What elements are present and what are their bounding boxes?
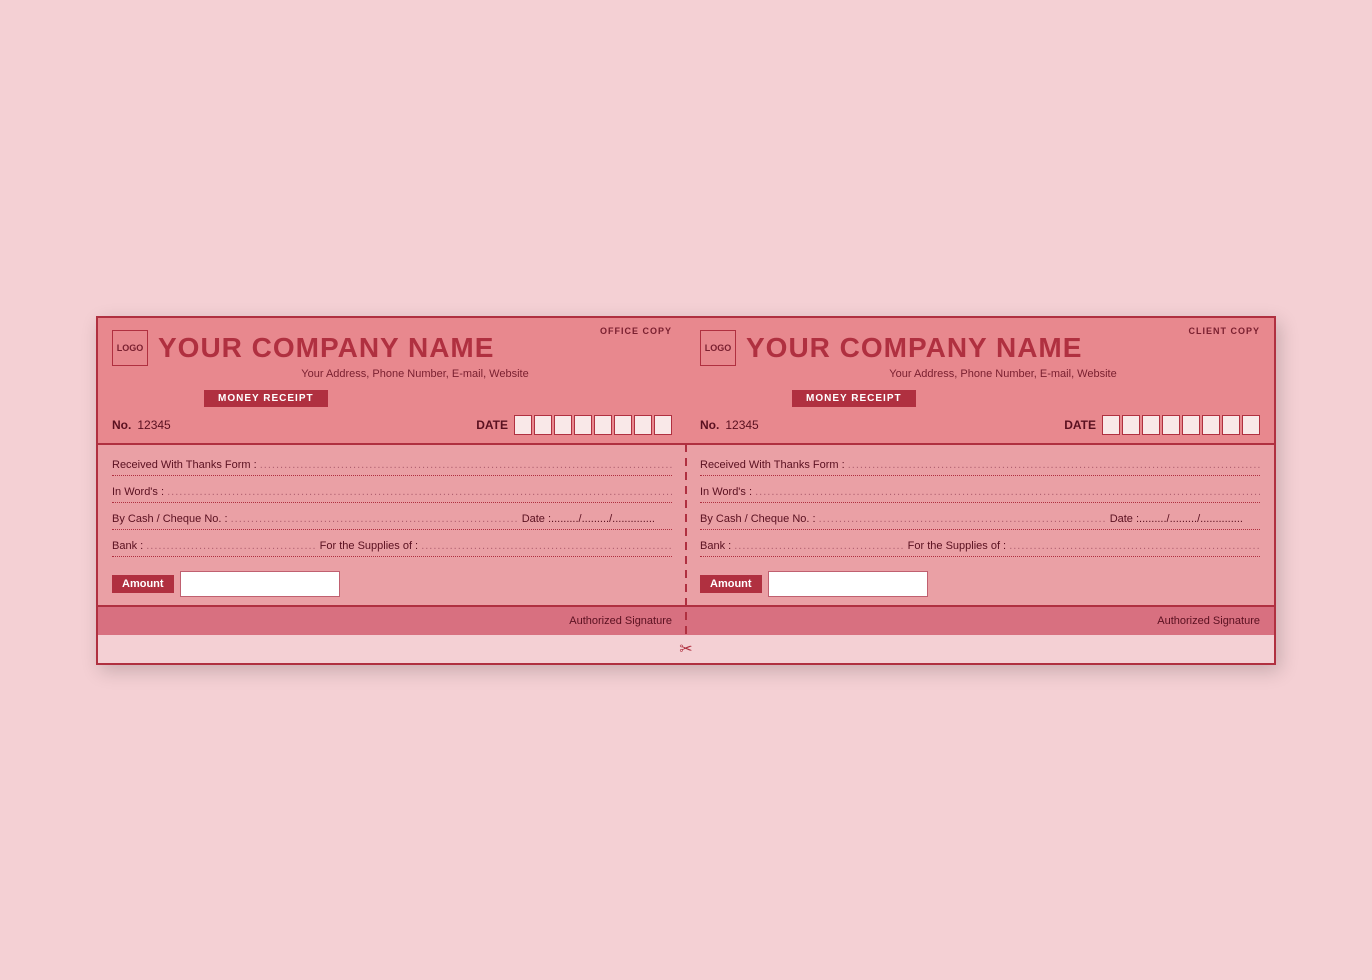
office-cashcheque-date: Date :........./........./..............	[522, 513, 655, 525]
scissors-icon: ✂	[679, 639, 692, 659]
date-box-8[interactable]	[654, 415, 672, 435]
scissors-row: ✂	[98, 635, 1274, 663]
date-box-1[interactable]	[514, 415, 532, 435]
client-date-box-1[interactable]	[1102, 415, 1120, 435]
office-no-left: No. 12345	[112, 418, 171, 432]
office-company-name: YOUR COMPANY NAME	[158, 334, 494, 362]
client-no-value: 12345	[725, 418, 758, 432]
receipt-body: OFFICE COPY LOGO YOUR COMPANY NAME Your …	[98, 318, 1274, 635]
client-authorized-signature: Authorized Signature	[1157, 615, 1260, 627]
client-bank-supplies: For the Supplies of :	[908, 540, 1006, 552]
office-received-dots: ........................................…	[260, 459, 672, 471]
client-date-box-2[interactable]	[1122, 415, 1140, 435]
office-bank-dots2: ........................................…	[421, 540, 672, 552]
office-copy: OFFICE COPY LOGO YOUR COMPANY NAME Your …	[98, 318, 686, 635]
office-company-row: LOGO YOUR COMPANY NAME	[112, 330, 672, 366]
client-footer: Authorized Signature	[686, 605, 1274, 635]
client-logo-box: LOGO	[700, 330, 736, 366]
client-date-box-8[interactable]	[1242, 415, 1260, 435]
office-date-section: DATE	[476, 415, 672, 435]
office-inwords-line: In Word's : ............................…	[112, 486, 672, 503]
date-box-5[interactable]	[594, 415, 612, 435]
client-cashcheque-dots: ........................................…	[819, 513, 1107, 525]
office-copy-header: OFFICE COPY LOGO YOUR COMPANY NAME Your …	[98, 318, 686, 445]
client-amount-badge: Amount	[700, 575, 762, 593]
client-cashcheque-line: By Cash / Cheque No. : .................…	[700, 513, 1260, 530]
office-inwords-dots: ........................................…	[167, 486, 672, 498]
date-box-6[interactable]	[614, 415, 632, 435]
client-copy-content: Received With Thanks Form : ............…	[686, 445, 1274, 605]
office-amount-row: Amount	[112, 571, 672, 597]
office-amount-badge: Amount	[112, 575, 174, 593]
client-copy: CLIENT COPY LOGO YOUR COMPANY NAME Your …	[686, 318, 1274, 635]
client-bank-dots1: ........................................…	[734, 540, 904, 552]
client-amount-field[interactable]	[768, 571, 928, 597]
date-box-3[interactable]	[554, 415, 572, 435]
office-no-date-row: No. 12345 DATE	[112, 415, 672, 435]
office-cashcheque-line: By Cash / Cheque No. : .................…	[112, 513, 672, 530]
client-no-date-row: No. 12345 DATE	[700, 415, 1260, 435]
office-bank-label: Bank :	[112, 540, 143, 552]
office-copy-content: Received With Thanks Form : ............…	[98, 445, 686, 605]
date-box-2[interactable]	[534, 415, 552, 435]
client-inwords-dots: ........................................…	[755, 486, 1260, 498]
client-company-row: LOGO YOUR COMPANY NAME	[700, 330, 1260, 366]
office-bank-supplies: For the Supplies of :	[320, 540, 418, 552]
client-date-box-7[interactable]	[1222, 415, 1240, 435]
office-company-address: Your Address, Phone Number, E-mail, Webs…	[158, 368, 672, 380]
client-received-label: Received With Thanks Form :	[700, 459, 845, 471]
client-cashcheque-date: Date :........./........./..............	[1110, 513, 1243, 525]
client-date-box-5[interactable]	[1182, 415, 1200, 435]
client-date-section: DATE	[1064, 415, 1260, 435]
office-cashcheque-label: By Cash / Cheque No. :	[112, 513, 228, 525]
office-bank-dots1: ........................................…	[146, 540, 316, 552]
office-no-label: No.	[112, 418, 131, 432]
client-no-left: No. 12345	[700, 418, 759, 432]
client-date-box-3[interactable]	[1142, 415, 1160, 435]
client-bank-label: Bank :	[700, 540, 731, 552]
office-received-label: Received With Thanks Form :	[112, 459, 257, 471]
client-received-line: Received With Thanks Form : ............…	[700, 459, 1260, 476]
office-cashcheque-dots: ........................................…	[231, 513, 519, 525]
client-company-name: YOUR COMPANY NAME	[746, 334, 1082, 362]
office-logo-box: LOGO	[112, 330, 148, 366]
office-copy-type-label: OFFICE COPY	[600, 326, 672, 336]
client-inwords-line: In Word's : ............................…	[700, 486, 1260, 503]
office-bank-line: Bank : .................................…	[112, 540, 672, 557]
client-cashcheque-label: By Cash / Cheque No. :	[700, 513, 816, 525]
client-bank-line: Bank : .................................…	[700, 540, 1260, 557]
client-copy-type-label: CLIENT COPY	[1188, 326, 1260, 336]
receipt-wrapper: OFFICE COPY LOGO YOUR COMPANY NAME Your …	[96, 316, 1276, 665]
client-date-label: DATE	[1064, 418, 1096, 432]
client-bank-dots2: ........................................…	[1009, 540, 1260, 552]
date-box-7[interactable]	[634, 415, 652, 435]
client-copy-header: CLIENT COPY LOGO YOUR COMPANY NAME Your …	[686, 318, 1274, 445]
client-no-label: No.	[700, 418, 719, 432]
office-received-line: Received With Thanks Form : ............…	[112, 459, 672, 476]
client-date-box-6[interactable]	[1202, 415, 1220, 435]
client-date-boxes	[1102, 415, 1260, 435]
office-money-receipt-label: MONEY RECEIPT	[204, 390, 328, 407]
client-company-address: Your Address, Phone Number, E-mail, Webs…	[746, 368, 1260, 380]
office-date-label: DATE	[476, 418, 508, 432]
client-received-dots: ........................................…	[848, 459, 1260, 471]
date-box-4[interactable]	[574, 415, 592, 435]
client-inwords-label: In Word's :	[700, 486, 752, 498]
client-money-receipt-label: MONEY RECEIPT	[792, 390, 916, 407]
office-authorized-signature: Authorized Signature	[569, 615, 672, 627]
office-inwords-label: In Word's :	[112, 486, 164, 498]
office-no-value: 12345	[137, 418, 170, 432]
office-amount-field[interactable]	[180, 571, 340, 597]
client-amount-row: Amount	[700, 571, 1260, 597]
office-date-boxes	[514, 415, 672, 435]
office-footer: Authorized Signature	[98, 605, 686, 635]
client-date-box-4[interactable]	[1162, 415, 1180, 435]
